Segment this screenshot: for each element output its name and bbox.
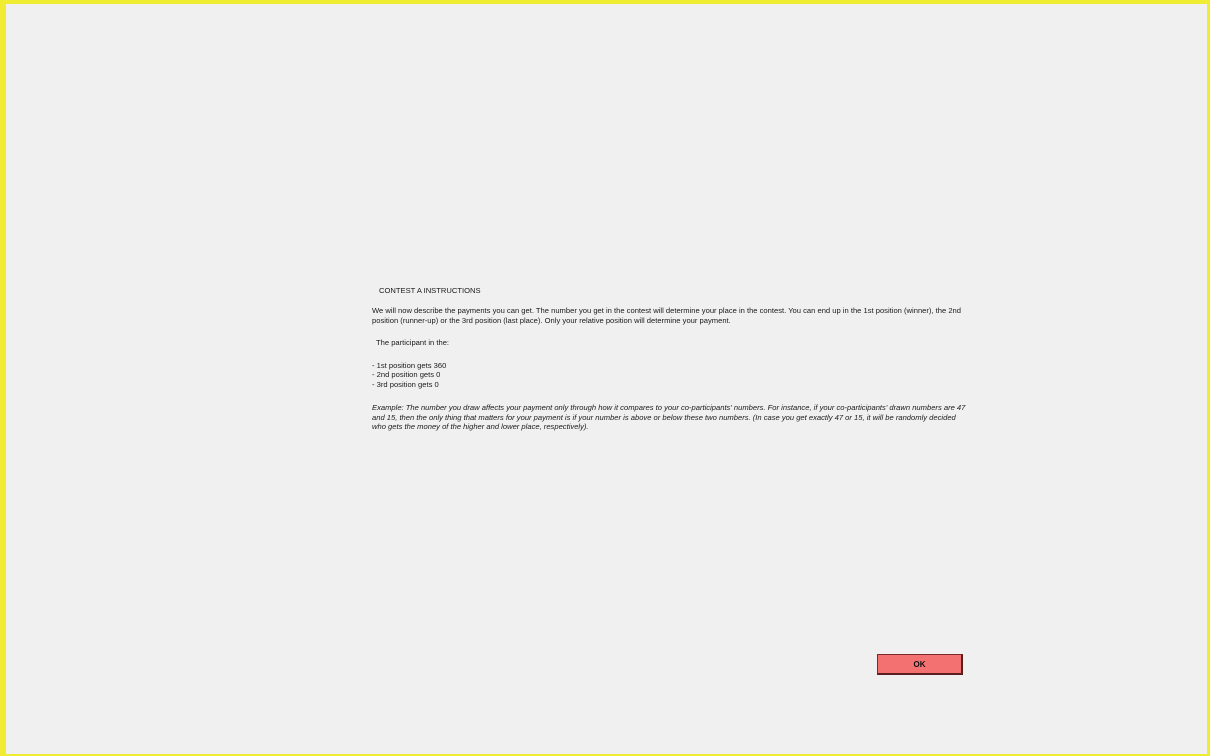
position-1-payment: - 1st position gets 360 [372,360,447,370]
instructions-screen: CONTEST A INSTRUCTIONS We will now descr… [0,0,1210,756]
instructions-panel: CONTEST A INSTRUCTIONS We will now descr… [372,286,972,432]
ok-button[interactable]: OK [877,654,963,675]
participant-label: The participant in the: [376,338,450,347]
instructions-title: CONTEST A INSTRUCTIONS [379,286,481,295]
position-payment-list: - 1st position gets 360 - 2nd position g… [372,361,972,390]
payment-description: We will now describe the payments you ca… [372,306,962,325]
position-2-payment: - 2nd position gets 0 [372,370,441,379]
example-text: Example: The number you draw affects you… [372,403,966,431]
position-3-payment: - 3rd position gets 0 [372,379,439,389]
